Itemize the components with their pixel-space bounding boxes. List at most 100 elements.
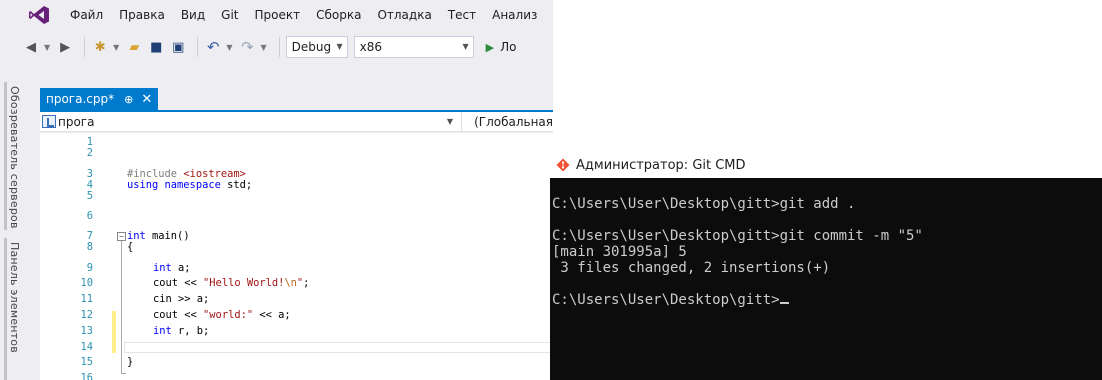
console-line: C:\Users\User\Desktop\gitt>git commit -m… bbox=[552, 228, 923, 244]
tab-title: прога.cpp* bbox=[46, 92, 115, 106]
code-text: cout << "Hello World!\n"; bbox=[153, 277, 310, 289]
start-debugging-button[interactable]: ▶ Ло bbox=[486, 40, 517, 54]
navigation-bar: прога ▼ (Глобальная bbox=[40, 111, 553, 132]
tab-prog-cpp[interactable]: прога.cpp* ⊕ ✕ bbox=[40, 88, 159, 110]
code-text: using namespace std; bbox=[127, 179, 253, 191]
forward-icon[interactable]: ▶ bbox=[56, 36, 74, 58]
code-line: 9 int a; bbox=[40, 263, 553, 274]
code-line: 4 using namespace std; bbox=[40, 180, 553, 191]
window-title: Администратор: Git CMD bbox=[576, 157, 746, 173]
line-number: 13 bbox=[80, 325, 93, 337]
redo-dropdown-icon[interactable]: ▼ bbox=[260, 43, 266, 52]
line-number: 14 bbox=[80, 341, 93, 353]
rail-indicator bbox=[4, 238, 7, 380]
chevron-down-icon: ▼ bbox=[446, 116, 454, 126]
chevron-down-icon: ▼ bbox=[336, 42, 343, 51]
code-line: 13 int r, b; bbox=[40, 326, 553, 337]
code-line: 14 bbox=[40, 342, 553, 353]
line-number: 7 bbox=[86, 230, 93, 242]
console-line: C:\Users\User\Desktop\gitt>git add . bbox=[552, 196, 856, 212]
undo-icon[interactable]: ↶ bbox=[204, 36, 222, 58]
code-line: 16 bbox=[40, 373, 553, 380]
tab-toolbox[interactable]: Панель элементов bbox=[8, 242, 21, 353]
line-number: 1 bbox=[86, 136, 93, 148]
project-scope-value: прога bbox=[58, 114, 95, 129]
code-text: #include <iostream> bbox=[127, 168, 246, 180]
visual-studio-logo-icon[interactable] bbox=[28, 5, 50, 25]
pin-icon[interactable]: ⊕ bbox=[124, 93, 133, 106]
line-number: 8 bbox=[86, 241, 93, 253]
git-cmd-title-bar[interactable]: Администратор: Git CMD bbox=[553, 152, 1102, 178]
visual-studio-window: Файл Правка Вид Git Проект Сборка Отладк… bbox=[0, 0, 553, 380]
console-prompt: C:\Users\User\Desktop\gitt> bbox=[552, 292, 780, 308]
code-text: { bbox=[127, 241, 134, 253]
cpp-project-icon bbox=[42, 115, 56, 128]
code-line: 15 } bbox=[40, 357, 553, 368]
code-text: int a; bbox=[153, 262, 191, 274]
toolbar-separator bbox=[197, 37, 199, 57]
document-tab-strip: прога.cpp* ⊕ ✕ bbox=[40, 88, 553, 110]
code-line: 6 bbox=[40, 211, 553, 222]
new-project-icon[interactable]: ✱ bbox=[91, 36, 109, 58]
save-icon[interactable]: ■ bbox=[147, 36, 165, 58]
git-cmd-console[interactable]: C:\Users\User\Desktop\gitt>git add . C:\… bbox=[550, 178, 1102, 380]
code-line: 10 cout << "Hello World!\n"; bbox=[40, 278, 553, 289]
new-project-dropdown-icon[interactable]: ▼ bbox=[113, 43, 119, 52]
code-line: 5 bbox=[40, 191, 553, 202]
code-line: 1 bbox=[40, 137, 553, 148]
text-cursor bbox=[779, 302, 789, 304]
menu-git[interactable]: Git bbox=[213, 8, 246, 22]
menu-bar: Файл Правка Вид Git Проект Сборка Отладк… bbox=[0, 0, 553, 30]
line-number: 10 bbox=[80, 277, 93, 289]
code-text: } bbox=[127, 356, 134, 368]
code-line: 11 cin >> a; bbox=[40, 294, 553, 305]
undo-dropdown-icon[interactable]: ▼ bbox=[226, 43, 232, 52]
menu-view[interactable]: Вид bbox=[173, 8, 213, 22]
project-scope-select[interactable]: прога ▼ bbox=[40, 111, 463, 132]
configuration-value: Debug bbox=[291, 40, 332, 54]
toolbar-separator bbox=[278, 37, 280, 57]
code-line: 8 { bbox=[40, 242, 553, 253]
back-icon[interactable]: ◀ bbox=[22, 36, 40, 58]
side-tool-rail: Обозреватель серверов Панель элементов bbox=[0, 82, 34, 380]
menu-project[interactable]: Проект bbox=[247, 8, 309, 22]
toolbar-separator bbox=[84, 37, 86, 57]
line-number: 5 bbox=[86, 190, 93, 202]
line-number: 6 bbox=[86, 210, 93, 222]
code-line: 2 bbox=[40, 148, 553, 159]
code-editor[interactable]: − 1 2 3 #include <iostream> 4 using name… bbox=[40, 133, 553, 380]
global-scope-select[interactable]: (Глобальная bbox=[462, 115, 553, 129]
chevron-down-icon: ▼ bbox=[462, 42, 469, 51]
back-dropdown-icon[interactable]: ▼ bbox=[44, 43, 50, 52]
line-number: 4 bbox=[86, 179, 93, 191]
save-all-icon[interactable]: ▣ bbox=[169, 36, 187, 58]
console-prompt-line: C:\Users\User\Desktop\gitt> bbox=[552, 292, 789, 308]
line-number: 15 bbox=[80, 356, 93, 368]
open-folder-icon[interactable]: ▰ bbox=[125, 36, 143, 58]
configuration-select[interactable]: Debug ▼ bbox=[285, 36, 348, 58]
redo-icon[interactable]: ↷ bbox=[238, 36, 256, 58]
rail-indicator bbox=[4, 82, 7, 230]
play-icon: ▶ bbox=[485, 40, 495, 54]
menu-edit[interactable]: Правка bbox=[111, 8, 173, 22]
code-line: 3 #include <iostream> bbox=[40, 169, 553, 180]
standard-toolbar: ◀ ▼ ▶ ✱ ▼ ▰ ■ ▣ ↶ ▼ ↷ ▼ Debug ▼ x86 ▼ ▶ … bbox=[0, 30, 553, 64]
code-line: 7 int main() bbox=[40, 231, 553, 242]
menu-build[interactable]: Сборка bbox=[308, 8, 369, 22]
code-line: 12 cout << "world:" << a; bbox=[40, 310, 553, 321]
platform-select[interactable]: x86 ▼ bbox=[353, 36, 474, 58]
menu-analyze[interactable]: Анализ bbox=[484, 8, 545, 22]
menu-debug[interactable]: Отладка bbox=[369, 8, 439, 22]
line-number: 9 bbox=[86, 262, 93, 274]
console-line: [main 301995a] 5 bbox=[552, 244, 687, 260]
menu-file[interactable]: Файл bbox=[62, 8, 111, 22]
git-icon bbox=[556, 158, 570, 172]
line-number: 2 bbox=[86, 147, 93, 159]
console-line: 3 files changed, 2 insertions(+) bbox=[552, 260, 831, 276]
menu-test[interactable]: Тест bbox=[440, 8, 484, 22]
line-number: 16 bbox=[80, 372, 93, 380]
tab-server-explorer[interactable]: Обозреватель серверов bbox=[8, 86, 21, 229]
close-icon[interactable]: ✕ bbox=[141, 92, 152, 107]
platform-value: x86 bbox=[359, 40, 382, 54]
code-text: int main() bbox=[127, 230, 190, 242]
